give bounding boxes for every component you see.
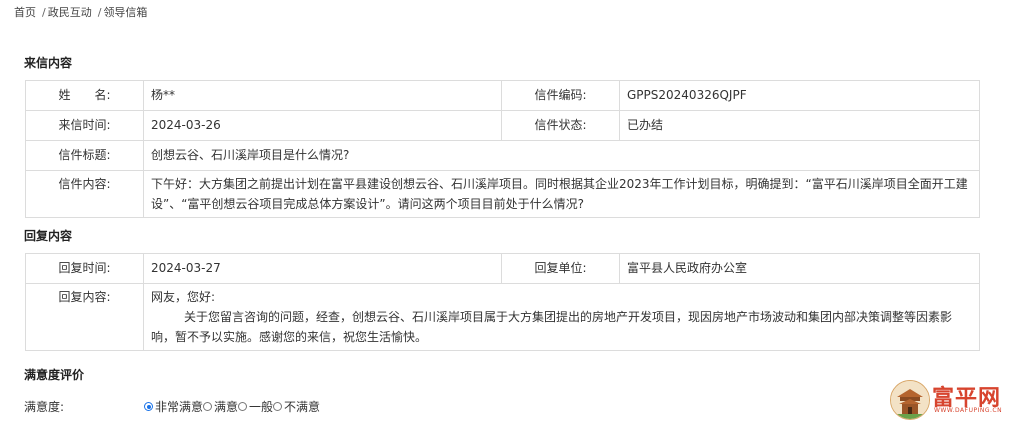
code-value: GPPS20240326QJPF [619, 80, 980, 111]
content-label: 信件内容: [25, 170, 144, 218]
radio-neutral[interactable]: 一般 [238, 398, 273, 415]
reply-time-label: 回复时间: [25, 253, 144, 284]
breadcrumb-separator: / [42, 6, 46, 19]
name-value: 杨** [143, 80, 502, 111]
subject-label: 信件标题: [25, 140, 144, 171]
breadcrumb-home[interactable]: 首页 [14, 6, 36, 19]
breadcrumb-current: 领导信箱 [103, 6, 148, 19]
radio-unsatisfied[interactable]: 不满意 [273, 398, 320, 415]
table-row: 来信时间: 2024-03-26 信件状态: 已办结 [25, 110, 980, 141]
content-value: 下午好：大方集团之前提出计划在富平县建设创想云谷、石川溪岸项目。同时根据其企业2… [143, 170, 980, 218]
watermark-url: WWW.DAFUPING.CN [934, 407, 1003, 414]
radio-satisfied[interactable]: 满意 [203, 398, 238, 415]
reply-unit-label: 回复单位: [501, 253, 620, 284]
table-row: 回复时间: 2024-03-27 回复单位: 富平县人民政府办公室 [25, 253, 980, 284]
satisfaction-radio-group: 非常满意 满意 一般 不满意 [144, 398, 320, 415]
breadcrumb: 首页 / 政民互动 / 领导信箱 [14, 4, 147, 20]
letter-table: 姓 名: 杨** 信件编码: GPPS20240326QJPF 来信时间: 20… [25, 80, 980, 218]
status-value: 已办结 [619, 110, 980, 141]
table-row: 信件内容: 下午好：大方集团之前提出计划在富平县建设创想云谷、石川溪岸项目。同时… [25, 170, 980, 218]
radio-checked-icon[interactable] [144, 402, 153, 411]
radio-unchecked-icon[interactable] [203, 402, 213, 411]
radio-label: 不满意 [284, 400, 321, 414]
satisfaction-row: 满意度: 非常满意 满意 一般 不满意 [24, 398, 320, 415]
table-row: 姓 名: 杨** 信件编码: GPPS20240326QJPF [25, 80, 980, 111]
radio-unchecked-icon[interactable] [238, 402, 248, 411]
satisfaction-label: 满意度: [24, 400, 65, 414]
radio-label: 一般 [249, 400, 274, 414]
code-label: 信件编码: [501, 80, 620, 111]
reply-body: 关于您留言咨询的问题，经查，创想云谷、石川溪岸项目属于大方集团提出的房地产开发项… [151, 310, 953, 344]
reply-unit-value: 富平县人民政府办公室 [619, 253, 980, 284]
breadcrumb-interaction[interactable]: 政民互动 [48, 6, 92, 19]
reply-table: 回复时间: 2024-03-27 回复单位: 富平县人民政府办公室 回复内容: … [25, 253, 980, 351]
time-value: 2024-03-26 [143, 110, 502, 141]
subject-value: 创想云谷、石川溪岸项目是什么情况? [143, 140, 980, 171]
status-label: 信件状态: [501, 110, 620, 141]
time-label: 来信时间: [25, 110, 144, 141]
reply-greeting: 网友，您好: [151, 290, 216, 304]
reply-section-title: 回复内容 [24, 229, 73, 243]
reply-content-label: 回复内容: [25, 283, 144, 351]
letter-section-title: 来信内容 [24, 56, 73, 70]
radio-label: 非常满意 [155, 400, 204, 414]
reply-time-value: 2024-03-27 [143, 253, 502, 284]
radio-very-satisfied[interactable]: 非常满意 [144, 398, 203, 415]
pagoda-icon [890, 380, 930, 420]
breadcrumb-separator: / [97, 6, 102, 19]
radio-label: 满意 [214, 400, 239, 414]
watermark-logo: 富平网 WWW.DAFUPING.CN [890, 380, 1018, 420]
satisfaction-section-title: 满意度评价 [24, 368, 85, 382]
name-label: 姓 名: [25, 80, 144, 111]
table-row: 回复内容: 网友，您好: 关于您留言咨询的问题，经查，创想云谷、石川溪岸项目属于… [25, 283, 980, 351]
radio-unchecked-icon[interactable] [273, 402, 283, 411]
reply-content-value: 网友，您好: 关于您留言咨询的问题，经查，创想云谷、石川溪岸项目属于大方集团提出… [143, 283, 980, 351]
table-row: 信件标题: 创想云谷、石川溪岸项目是什么情况? [25, 140, 980, 171]
